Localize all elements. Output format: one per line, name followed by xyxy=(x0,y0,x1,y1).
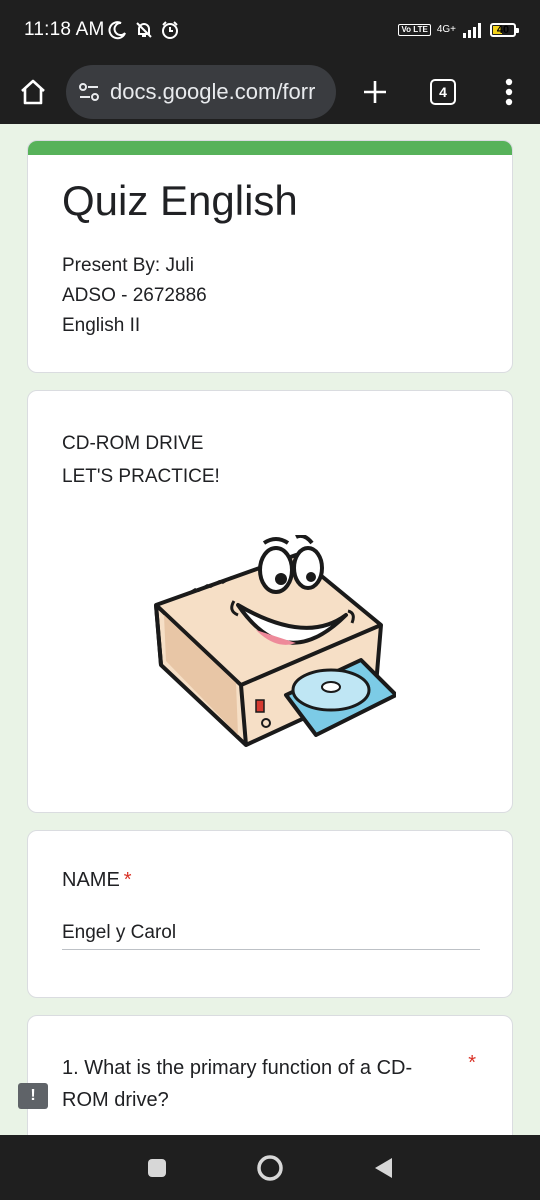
system-navigation-bar xyxy=(0,1135,540,1200)
tab-count: 4 xyxy=(430,79,456,105)
section-card: CD-ROM DRIVE LET'S PRACTICE! xyxy=(27,390,513,813)
header-accent-bar xyxy=(28,141,512,155)
form-header-card: Quiz English Present By: Juli ADSO - 267… xyxy=(27,140,513,373)
circle-icon xyxy=(257,1154,283,1181)
address-bar[interactable]: docs.google.com/forr xyxy=(66,65,336,119)
question-title: NAME xyxy=(62,869,120,891)
home-nav-button[interactable] xyxy=(256,1154,284,1182)
url-text: docs.google.com/forr xyxy=(110,79,316,104)
required-asterisk: * xyxy=(468,1052,476,1074)
status-bar: 11:18 AM Vo LTE 4G+ 40 xyxy=(0,0,540,60)
required-asterisk: * xyxy=(123,869,132,891)
status-icons xyxy=(108,20,180,40)
name-answer-input[interactable]: Engel y Carol xyxy=(62,922,480,950)
new-tab-button[interactable] xyxy=(362,79,388,105)
status-right: Vo LTE 4G+ 40 xyxy=(398,22,519,38)
home-button[interactable] xyxy=(18,77,48,107)
question-card-name: NAME * Engel y Carol xyxy=(27,830,513,998)
browser-toolbar: docs.google.com/forr 4 xyxy=(0,60,540,124)
back-triangle-icon xyxy=(375,1157,392,1178)
more-vert-icon xyxy=(505,78,513,106)
feedback-icon: ! xyxy=(30,1087,36,1104)
square-icon xyxy=(148,1158,166,1177)
form-description: Present By: Juli ADSO - 2672886 English … xyxy=(62,251,512,341)
bell-off-icon xyxy=(136,22,153,38)
description-line: Present By: Juli xyxy=(62,255,194,276)
description-line: English II xyxy=(62,315,141,336)
question-label: NAME * xyxy=(62,869,512,892)
section-line: LET'S PRACTICE! xyxy=(62,466,220,487)
description-line: ADSO - 2672886 xyxy=(62,285,207,306)
home-icon xyxy=(21,79,45,105)
question-title: 1. What is the primary function of a CD-… xyxy=(62,1057,413,1111)
status-time: 11:18 AM xyxy=(24,19,105,40)
battery-icon: 40 xyxy=(490,23,519,37)
form-title: Quiz English xyxy=(62,177,298,224)
alarm-icon xyxy=(162,21,179,39)
plus-icon xyxy=(364,81,386,103)
section-description: CD-ROM DRIVE LET'S PRACTICE! xyxy=(62,427,512,493)
tab-switcher-button[interactable]: 4 xyxy=(430,79,456,105)
menu-button[interactable] xyxy=(504,77,514,107)
volte-badge: Vo LTE xyxy=(398,24,431,36)
section-line: CD-ROM DRIVE xyxy=(62,433,204,454)
site-settings-icon xyxy=(79,83,99,101)
recents-button[interactable] xyxy=(146,1157,168,1179)
report-feedback-button[interactable]: ! xyxy=(18,1083,48,1109)
question-card-1: 1. What is the primary function of a CD-… xyxy=(27,1015,513,1155)
network-type: 4G+ xyxy=(436,24,456,35)
battery-level: 40 xyxy=(496,24,510,36)
signal-icon xyxy=(463,23,481,38)
do-not-disturb-icon xyxy=(108,21,127,40)
cd-rom-drive-illustration xyxy=(154,535,396,747)
back-nav-button[interactable] xyxy=(372,1156,394,1180)
